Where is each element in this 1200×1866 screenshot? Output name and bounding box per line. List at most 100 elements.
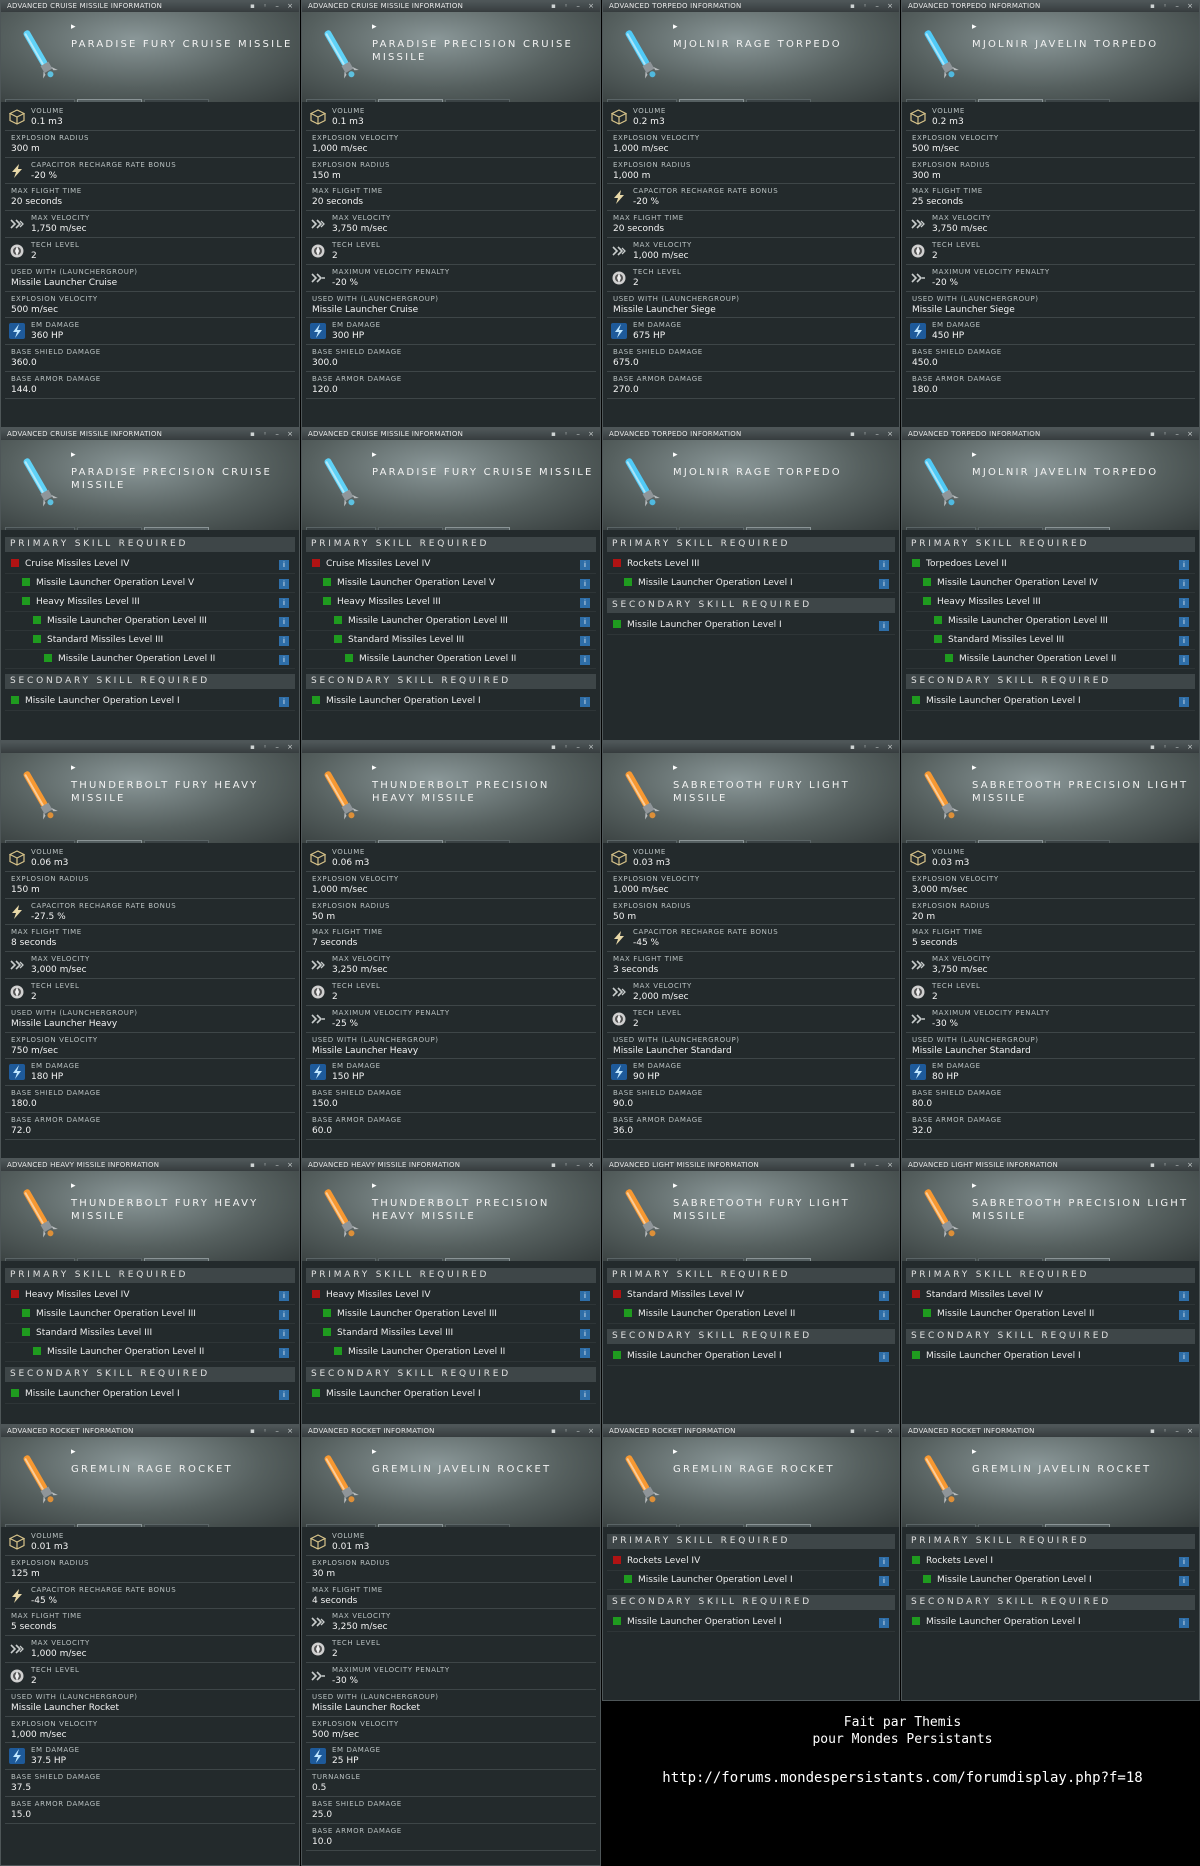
window-titlebar[interactable]: ▪ ◦ – × — [603, 742, 899, 753]
info-icon[interactable]: i — [1179, 636, 1189, 646]
skill-row[interactable]: Missile Launcher Operation Level V i — [306, 574, 596, 593]
window-controls[interactable]: ▪ ◦ – × — [850, 742, 896, 753]
window-titlebar[interactable]: ADVANCED CRUISE MISSILE INFORMATION ▪ ◦ –… — [302, 429, 600, 440]
info-icon[interactable]: i — [580, 1310, 590, 1320]
info-icon[interactable]: i — [1179, 1352, 1189, 1362]
info-icon[interactable]: i — [279, 617, 289, 627]
skill-row[interactable]: Missile Launcher Operation Level I i — [306, 692, 596, 711]
info-icon[interactable]: i — [279, 1348, 289, 1358]
skill-row[interactable]: Cruise Missiles Level IV i — [5, 555, 295, 574]
info-icon[interactable]: i — [279, 1310, 289, 1320]
window-controls[interactable]: ▪ ◦ – × — [1150, 742, 1196, 753]
info-icon[interactable]: i — [1179, 1291, 1189, 1301]
skill-row[interactable]: Heavy Missiles Level IV i — [5, 1286, 295, 1305]
window-controls[interactable]: ▪ ◦ – × — [250, 1426, 296, 1437]
window-controls[interactable]: ▪ ◦ – × — [250, 1160, 296, 1171]
skill-row[interactable]: Missile Launcher Operation Level II i — [5, 650, 295, 669]
info-icon[interactable]: i — [1179, 598, 1189, 608]
skill-row[interactable]: Standard Missiles Level III i — [906, 631, 1195, 650]
window-titlebar[interactable]: ADVANCED TORPEDO INFORMATION ▪ ◦ – × — [603, 429, 899, 440]
skill-row[interactable]: Missile Launcher Operation Level I i — [306, 1385, 596, 1404]
skill-row[interactable]: Missile Launcher Operation Level II i — [906, 1305, 1195, 1324]
info-icon[interactable]: i — [580, 1390, 590, 1400]
info-icon[interactable]: i — [1179, 617, 1189, 627]
skill-row[interactable]: Rockets Level IV i — [607, 1552, 895, 1571]
window-titlebar[interactable]: ADVANCED TORPEDO INFORMATION ▪ ◦ – × — [902, 1, 1199, 12]
window-titlebar[interactable]: ADVANCED HEAVY MISSILE INFORMATION ▪ ◦ – … — [302, 1160, 600, 1171]
info-icon[interactable]: i — [279, 1390, 289, 1400]
window-titlebar[interactable]: ADVANCED ROCKET INFORMATION ▪ ◦ – × — [302, 1426, 600, 1437]
info-icon[interactable]: i — [279, 560, 289, 570]
info-icon[interactable]: i — [279, 655, 289, 665]
info-icon[interactable]: i — [879, 1310, 889, 1320]
window-titlebar[interactable]: ADVANCED CRUISE MISSILE INFORMATION ▪ ◦ –… — [302, 1, 600, 12]
forum-url-link[interactable]: http://forums.mondespersistants.com/foru… — [605, 1770, 1200, 1786]
skill-row[interactable]: Missile Launcher Operation Level III i — [5, 1305, 295, 1324]
skill-row[interactable]: Heavy Missiles Level III i — [306, 593, 596, 612]
skill-row[interactable]: Missile Launcher Operation Level IV i — [906, 574, 1195, 593]
window-titlebar[interactable]: ADVANCED ROCKET INFORMATION ▪ ◦ – × — [1, 1426, 299, 1437]
window-controls[interactable]: ▪ ◦ – × — [551, 742, 597, 753]
window-titlebar[interactable]: ADVANCED CRUISE MISSILE INFORMATION ▪ ◦ –… — [1, 429, 299, 440]
skill-row[interactable]: Missile Launcher Operation Level III i — [906, 612, 1195, 631]
info-icon[interactable]: i — [580, 598, 590, 608]
window-titlebar[interactable]: ADVANCED TORPEDO INFORMATION ▪ ◦ – × — [603, 1, 899, 12]
skill-row[interactable]: Missile Launcher Operation Level I i — [607, 616, 895, 635]
window-controls[interactable]: ▪ ◦ – × — [250, 429, 296, 440]
info-icon[interactable]: i — [1179, 1576, 1189, 1586]
info-icon[interactable]: i — [580, 1329, 590, 1339]
window-controls[interactable]: ▪ ◦ – × — [1150, 429, 1196, 440]
skill-row[interactable]: Heavy Missiles Level IV i — [306, 1286, 596, 1305]
info-icon[interactable]: i — [879, 1557, 889, 1567]
window-controls[interactable]: ▪ ◦ – × — [551, 1, 597, 12]
info-icon[interactable]: i — [279, 579, 289, 589]
window-titlebar[interactable]: ▪ ◦ – × — [902, 742, 1199, 753]
window-controls[interactable]: ▪ ◦ – × — [551, 1426, 597, 1437]
info-icon[interactable]: i — [580, 1291, 590, 1301]
skill-row[interactable]: Missile Launcher Operation Level II i — [306, 650, 596, 669]
window-titlebar[interactable]: ADVANCED CRUISE MISSILE INFORMATION ▪ ◦ –… — [1, 1, 299, 12]
info-icon[interactable]: i — [580, 697, 590, 707]
info-icon[interactable]: i — [879, 1618, 889, 1628]
skill-row[interactable]: Heavy Missiles Level III i — [906, 593, 1195, 612]
info-icon[interactable]: i — [279, 697, 289, 707]
window-titlebar[interactable]: ADVANCED ROCKET INFORMATION ▪ ◦ – × — [902, 1426, 1199, 1437]
skill-row[interactable]: Missile Launcher Operation Level III i — [5, 612, 295, 631]
info-icon[interactable]: i — [1179, 655, 1189, 665]
info-icon[interactable]: i — [1179, 560, 1189, 570]
skill-row[interactable]: Missile Launcher Operation Level II i — [5, 1343, 295, 1362]
skill-row[interactable]: Missile Launcher Operation Level I i — [906, 1347, 1195, 1366]
skill-row[interactable]: Rockets Level I i — [906, 1552, 1195, 1571]
window-controls[interactable]: ▪ ◦ – × — [551, 1160, 597, 1171]
skill-row[interactable]: Missile Launcher Operation Level I i — [5, 692, 295, 711]
skill-row[interactable]: Missile Launcher Operation Level III i — [306, 1305, 596, 1324]
skill-row[interactable]: Standard Missiles Level IV i — [906, 1286, 1195, 1305]
skill-row[interactable]: Standard Missiles Level III i — [306, 1324, 596, 1343]
skill-row[interactable]: Missile Launcher Operation Level I i — [906, 692, 1195, 711]
info-icon[interactable]: i — [879, 560, 889, 570]
window-titlebar[interactable]: ADVANCED LIGHT MISSILE INFORMATION ▪ ◦ – … — [603, 1160, 899, 1171]
window-controls[interactable]: ▪ ◦ – × — [1150, 1, 1196, 12]
skill-row[interactable]: Missile Launcher Operation Level II i — [906, 650, 1195, 669]
skill-row[interactable]: Missile Launcher Operation Level III i — [306, 612, 596, 631]
skill-row[interactable]: Missile Launcher Operation Level I i — [906, 1613, 1195, 1632]
info-icon[interactable]: i — [279, 1291, 289, 1301]
skill-row[interactable]: Missile Launcher Operation Level I i — [906, 1571, 1195, 1590]
skill-row[interactable]: Standard Missiles Level III i — [306, 631, 596, 650]
window-titlebar[interactable]: ADVANCED LIGHT MISSILE INFORMATION ▪ ◦ – … — [902, 1160, 1199, 1171]
window-titlebar[interactable]: ▪ ◦ – × — [1, 742, 299, 753]
window-titlebar[interactable]: ADVANCED ROCKET INFORMATION ▪ ◦ – × — [603, 1426, 899, 1437]
skill-row[interactable]: Missile Launcher Operation Level V i — [5, 574, 295, 593]
window-controls[interactable]: ▪ ◦ – × — [250, 1, 296, 12]
skill-row[interactable]: Missile Launcher Operation Level I i — [5, 1385, 295, 1404]
window-titlebar[interactable]: ▪ ◦ – × — [302, 742, 600, 753]
window-controls[interactable]: ▪ ◦ – × — [850, 1426, 896, 1437]
window-controls[interactable]: ▪ ◦ – × — [250, 742, 296, 753]
info-icon[interactable]: i — [879, 1576, 889, 1586]
info-icon[interactable]: i — [279, 636, 289, 646]
info-icon[interactable]: i — [1179, 1310, 1189, 1320]
skill-row[interactable]: Standard Missiles Level III i — [5, 631, 295, 650]
info-icon[interactable]: i — [879, 1352, 889, 1362]
skill-row[interactable]: Missile Launcher Operation Level I i — [607, 1613, 895, 1632]
window-controls[interactable]: ▪ ◦ – × — [1150, 1426, 1196, 1437]
